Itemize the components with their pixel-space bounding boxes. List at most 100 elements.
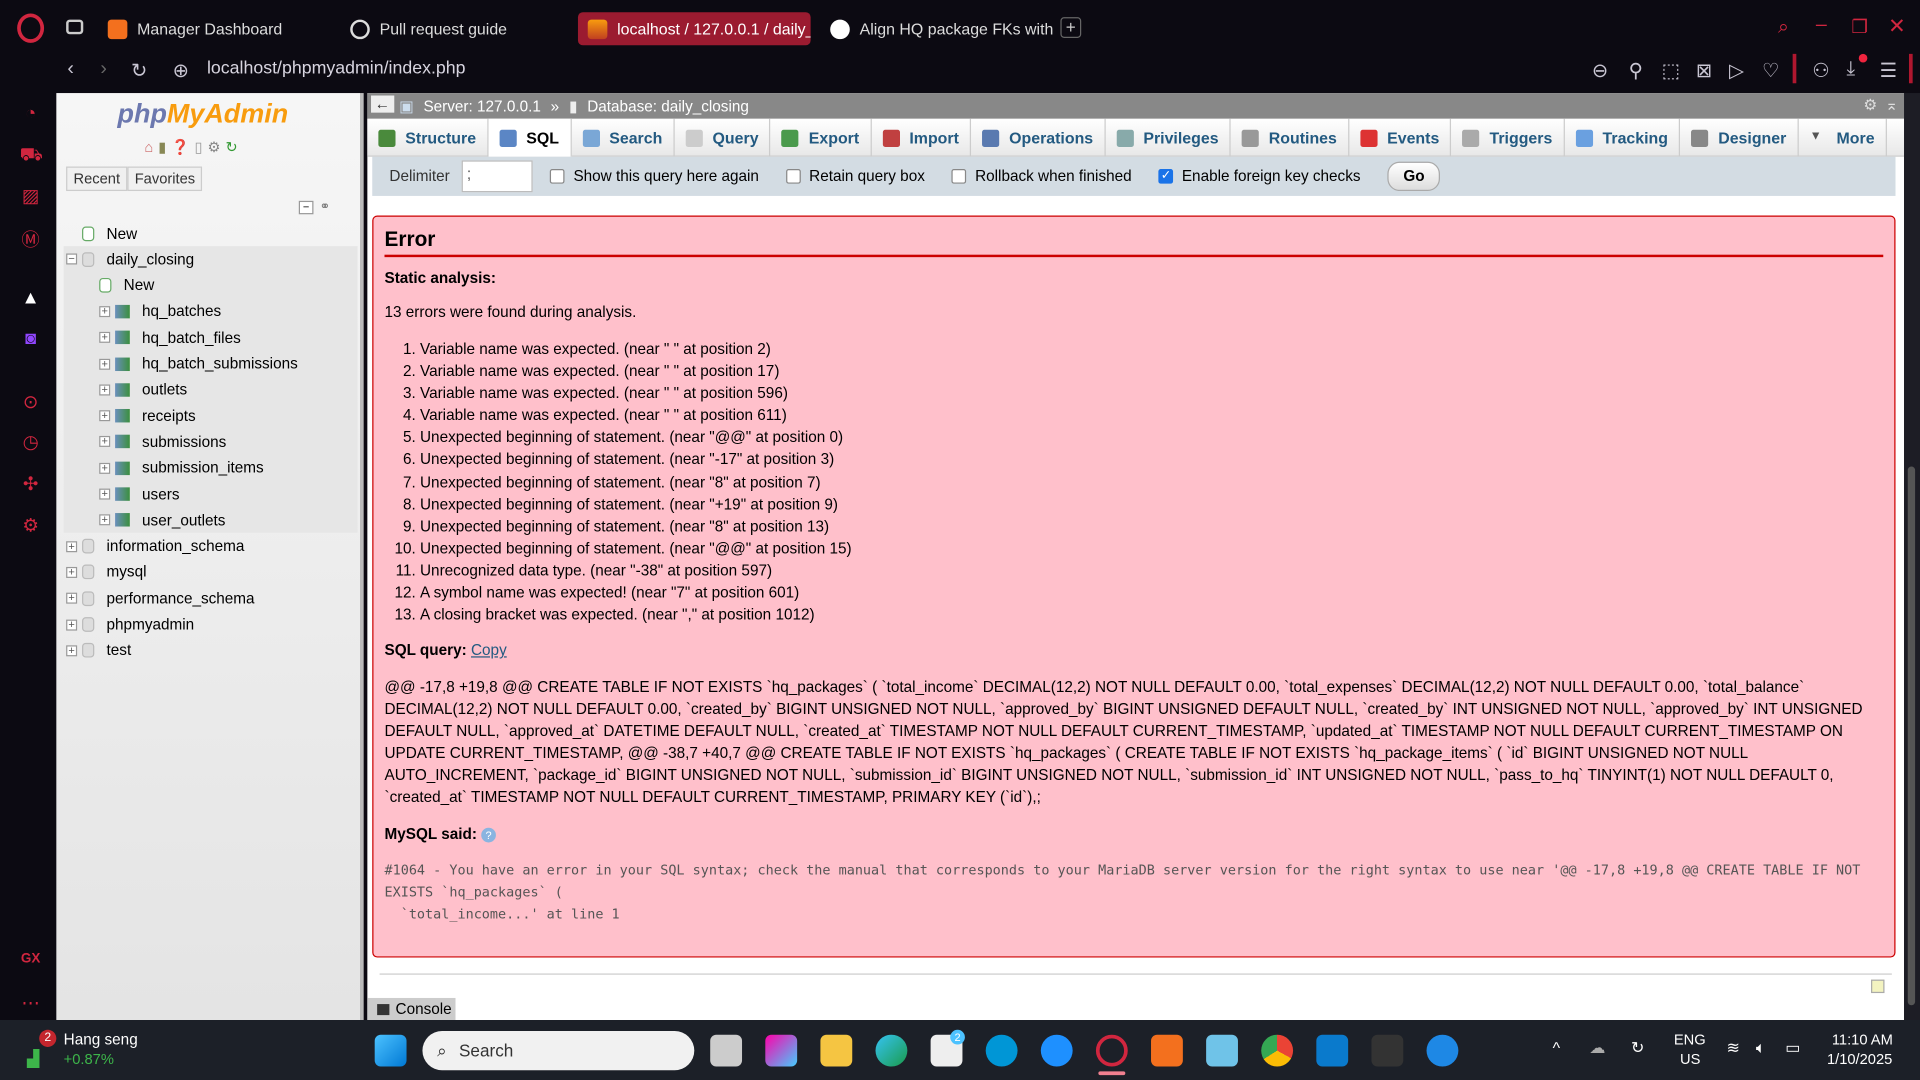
- site-info-icon[interactable]: ⊕: [173, 59, 189, 83]
- easy-setup-icon[interactable]: ☰: [1880, 59, 1898, 83]
- tree-item[interactable]: + hq_batches: [99, 299, 221, 325]
- tree-item[interactable]: + user_outlets: [99, 507, 225, 533]
- expand-icon[interactable]: +: [66, 592, 78, 604]
- tab-routines[interactable]: Routines: [1231, 118, 1350, 157]
- aria-icon[interactable]: ⛟: [20, 144, 43, 166]
- settings-icon[interactable]: ⚙: [20, 514, 42, 537]
- phpmyadmin-logo[interactable]: phpMyAdmin: [118, 98, 289, 130]
- opera-gx-icon[interactable]: [1095, 1034, 1128, 1067]
- foreign-key-checks-checkbox[interactable]: ✓ Enable foreign key checks: [1158, 168, 1361, 185]
- wifi-icon[interactable]: ≋: [1727, 1038, 1740, 1058]
- collapse-icon[interactable]: −: [66, 253, 78, 265]
- tree-item[interactable]: + test: [66, 638, 131, 664]
- download-icon[interactable]: ⤓: [1847, 59, 1856, 81]
- language[interactable]: ENG: [1674, 1031, 1706, 1048]
- tab-search[interactable]: Search: [571, 118, 675, 157]
- tab-designer[interactable]: Designer: [1680, 118, 1799, 157]
- snapshot-icon[interactable]: ⬚: [1662, 59, 1681, 83]
- remote-desktop-icon[interactable]: [1426, 1034, 1459, 1067]
- expand-icon[interactable]: +: [66, 540, 78, 552]
- extensions-icon[interactable]: ✣: [20, 473, 42, 495]
- tree-item[interactable]: + receipts: [99, 403, 196, 429]
- tab-manager-dashboard[interactable]: Manager Dashboard: [98, 12, 318, 45]
- collapse-nav-icon[interactable]: ←: [371, 95, 394, 113]
- xampp-icon[interactable]: [1151, 1034, 1183, 1067]
- app-icon[interactable]: ▲: [20, 288, 42, 310]
- breadcrumb-server[interactable]: Server: 127.0.0.1: [423, 97, 540, 114]
- show-query-checkbox[interactable]: Show this query here again: [550, 168, 759, 185]
- expand-icon[interactable]: +: [99, 384, 111, 396]
- collapse-all-icon[interactable]: −: [298, 200, 314, 215]
- retain-query-box-checkbox[interactable]: Retain query box: [785, 168, 925, 185]
- checkbox[interactable]: [951, 168, 967, 184]
- tab-sql[interactable]: SQL: [488, 118, 572, 157]
- region[interactable]: US: [1680, 1051, 1700, 1068]
- tree-item[interactable]: + users: [99, 481, 179, 507]
- rollback-checkbox[interactable]: Rollback when finished: [951, 168, 1132, 185]
- checkbox-checked[interactable]: ✓: [1158, 168, 1174, 184]
- expand-icon[interactable]: +: [66, 566, 78, 578]
- tree-item[interactable]: + information_schema: [66, 533, 244, 559]
- expand-icon[interactable]: +: [99, 358, 111, 370]
- tab-tracking[interactable]: Tracking: [1565, 118, 1681, 157]
- taskbar-search[interactable]: ⌕ Search: [422, 1031, 695, 1071]
- page-scrollbar[interactable]: [1904, 93, 1920, 1021]
- help-icon[interactable]: ❓: [171, 138, 189, 155]
- expand-icon[interactable]: +: [66, 644, 78, 657]
- tree-item[interactable]: + submission_items: [99, 455, 264, 481]
- expand-icon[interactable]: +: [99, 488, 111, 500]
- clock-time[interactable]: 11:10 AM: [1832, 1031, 1893, 1048]
- expand-icon[interactable]: +: [99, 410, 111, 422]
- pin-icon[interactable]: ⚲: [1629, 59, 1643, 83]
- home-icon[interactable]: ⌂: [144, 138, 153, 155]
- breadcrumb-database[interactable]: Database: daily_closing: [587, 97, 749, 114]
- heart-icon[interactable]: ♡: [1762, 59, 1780, 83]
- favorites-button[interactable]: Favorites: [127, 166, 203, 192]
- copy-link[interactable]: Copy: [471, 642, 507, 659]
- expand-icon[interactable]: +: [99, 331, 111, 344]
- volume-icon[interactable]: 🔈︎: [1756, 1038, 1766, 1058]
- tree-item[interactable]: − daily_closing: [66, 246, 194, 272]
- delimiter-input[interactable]: ;: [462, 160, 534, 193]
- expand-icon[interactable]: +: [99, 514, 111, 526]
- expand-icon[interactable]: +: [99, 462, 111, 474]
- speed-dial-icon[interactable]: ◔: [20, 103, 42, 125]
- scrollbar-thumb[interactable]: [1907, 466, 1916, 1006]
- widget-title[interactable]: Hang seng: [64, 1031, 138, 1048]
- close-window-button[interactable]: ✕: [1888, 15, 1905, 39]
- zoom-out-icon[interactable]: ⊖: [1592, 59, 1608, 83]
- flow-icon[interactable]: ▷: [1729, 59, 1744, 83]
- docs-icon[interactable]: ▯: [194, 138, 202, 155]
- file-explorer-icon[interactable]: [820, 1034, 853, 1067]
- tab-events[interactable]: Events: [1349, 118, 1452, 157]
- recent-button[interactable]: Recent: [66, 166, 128, 192]
- player-icon[interactable]: ⊙: [20, 391, 42, 413]
- start-icon[interactable]: [374, 1034, 407, 1067]
- onedrive-icon[interactable]: ☁: [1589, 1038, 1605, 1058]
- opera-logo-icon[interactable]: [17, 13, 45, 43]
- adblock-icon[interactable]: ⊠: [1696, 59, 1712, 83]
- sync-icon[interactable]: ↻: [1631, 1038, 1644, 1058]
- tree-item[interactable]: + outlets: [99, 377, 187, 403]
- copilot-icon[interactable]: [765, 1034, 798, 1067]
- tree-item[interactable]: + performance_schema: [66, 586, 255, 612]
- back-icon[interactable]: ‹: [67, 59, 74, 81]
- more-icon[interactable]: ⋯: [20, 992, 42, 1014]
- twitch-icon[interactable]: ◙: [20, 328, 42, 350]
- gx-logo-icon[interactable]: GX: [20, 951, 42, 973]
- expand-icon[interactable]: +: [99, 305, 111, 318]
- minimize-button[interactable]: –: [1816, 15, 1827, 37]
- tree-item[interactable]: + hq_batch_submissions: [99, 351, 298, 377]
- notepad-icon[interactable]: [1206, 1034, 1238, 1067]
- clock-date[interactable]: 1/10/2025: [1827, 1051, 1892, 1068]
- gx-corner-icon[interactable]: ▨: [20, 185, 42, 207]
- tab-query[interactable]: Query: [675, 118, 771, 157]
- tab-pull-request-guide[interactable]: Pull request guide: [340, 12, 560, 45]
- go-button[interactable]: Go: [1387, 161, 1441, 192]
- tree-item[interactable]: + hq_batch_files: [99, 325, 241, 351]
- search-tabs-icon[interactable]: ⌕: [1778, 17, 1789, 39]
- address-bar[interactable]: localhost/phpmyadmin/index.php: [207, 59, 466, 79]
- link-icon[interactable]: ⚭: [320, 201, 330, 214]
- collapse-top-icon[interactable]: ⌅: [1885, 96, 1898, 114]
- tab-export[interactable]: Export: [771, 118, 872, 157]
